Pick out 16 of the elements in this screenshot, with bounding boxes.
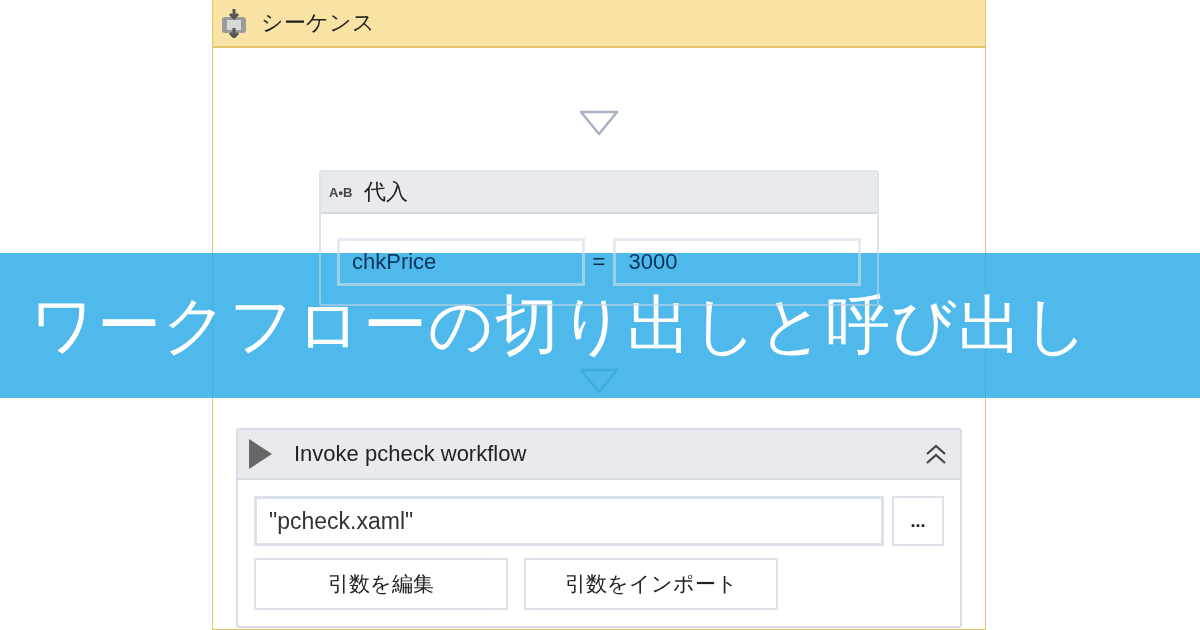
file-path-field[interactable]: "pcheck.xaml" — [254, 496, 884, 546]
value-field[interactable]: 3000 — [613, 238, 861, 286]
play-icon — [246, 437, 274, 471]
arguments-button[interactable]: 引数を編集 — [254, 558, 508, 610]
assign-icon: A•B — [329, 184, 353, 200]
browse-button[interactable]: ... — [892, 496, 944, 546]
activity-title: Invoke pcheck workflow — [294, 441, 528, 467]
activity-title: 代入 — [364, 178, 409, 206]
arguments-button[interactable]: 引数をインポート — [524, 558, 778, 610]
invoke-activity-card[interactable]: Invoke pcheck workflow "pcheck.xaml" ... 引数を編集 引数をインポート — [236, 428, 962, 628]
boxes-icon — [219, 8, 249, 38]
drop-triangle-icon — [579, 110, 619, 136]
sequence-title: シーケンス — [261, 9, 375, 37]
variable-field[interactable]: chkPrice — [337, 238, 585, 286]
collapse-chevron-icon[interactable] — [924, 442, 948, 466]
equals-sign: = — [592, 249, 606, 275]
